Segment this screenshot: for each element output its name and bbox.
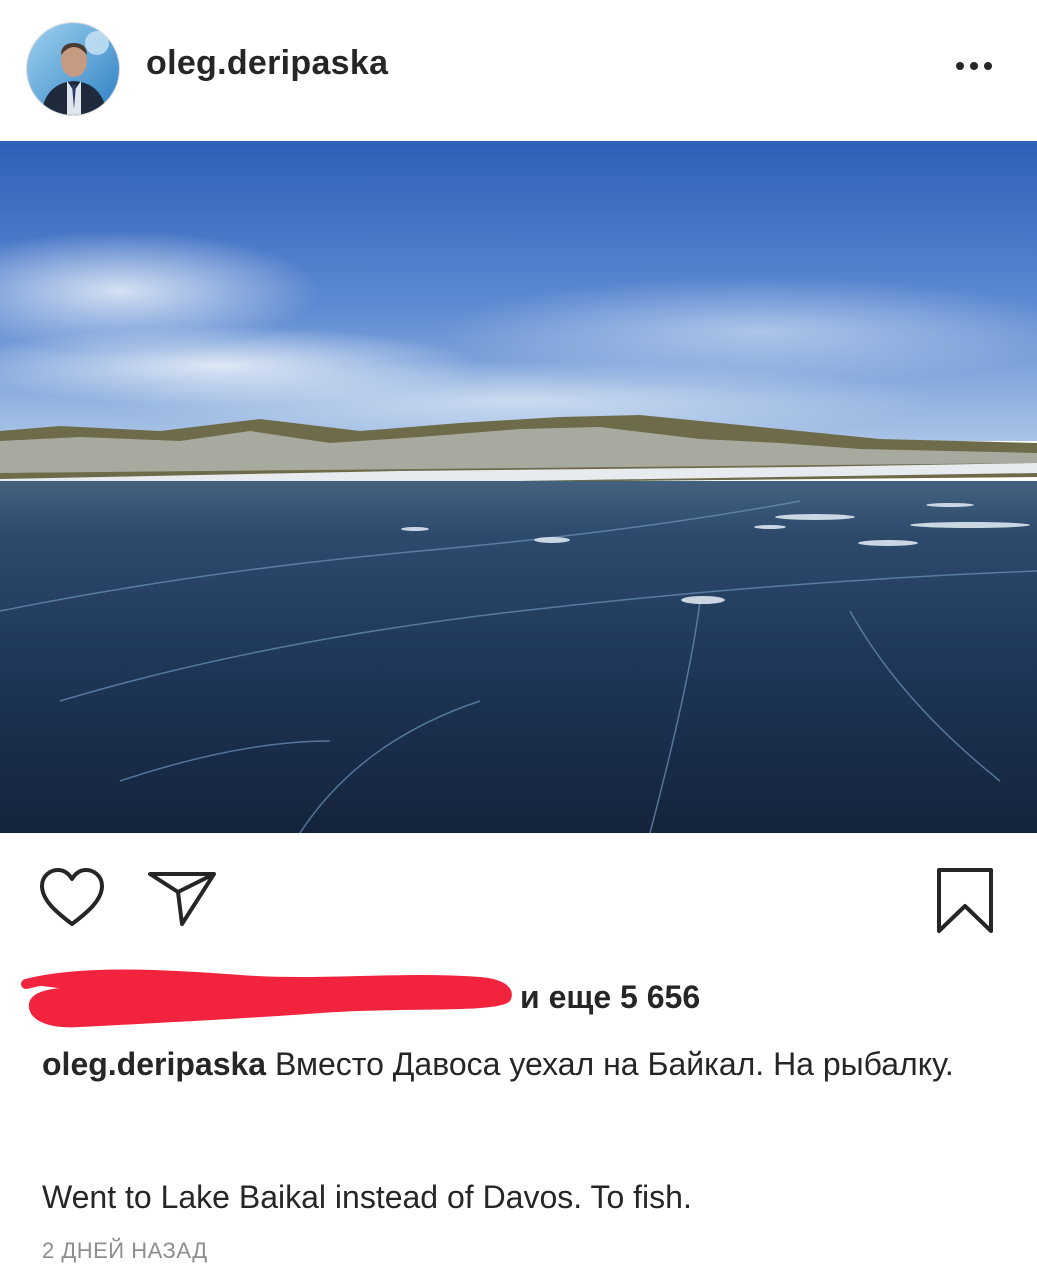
caption-author[interactable]: oleg.deripaska xyxy=(42,1046,266,1082)
bookmark-outline-icon[interactable] xyxy=(934,866,996,936)
red-scribble-redaction-icon xyxy=(21,969,512,1028)
send-paper-plane-icon[interactable] xyxy=(146,868,218,928)
avatar[interactable] xyxy=(26,22,120,116)
post-header: oleg.deripaska xyxy=(0,0,1037,140)
caption-text-ru: Вместо Давоса уехал на Байкал. На рыбалк… xyxy=(274,1046,954,1082)
post-timestamp: 2 ДНЕЙ НАЗАД xyxy=(42,1238,208,1263)
post-username[interactable]: oleg.deripaska xyxy=(146,44,388,83)
caption-text-en: Went to Lake Baikal instead of Davos. To… xyxy=(42,1179,692,1215)
post-photo[interactable] xyxy=(0,141,1037,833)
more-horizontal-icon[interactable] xyxy=(944,40,1004,92)
profile-photo-icon xyxy=(27,23,119,115)
likes-summary[interactable]: и еще 5 656 xyxy=(20,968,740,1028)
caption: oleg.deripaska Вместо Давоса уехал на Ба… xyxy=(42,1042,1002,1086)
heart-outline-icon[interactable] xyxy=(36,866,108,930)
likes-count: и еще 5 656 xyxy=(520,979,701,1015)
